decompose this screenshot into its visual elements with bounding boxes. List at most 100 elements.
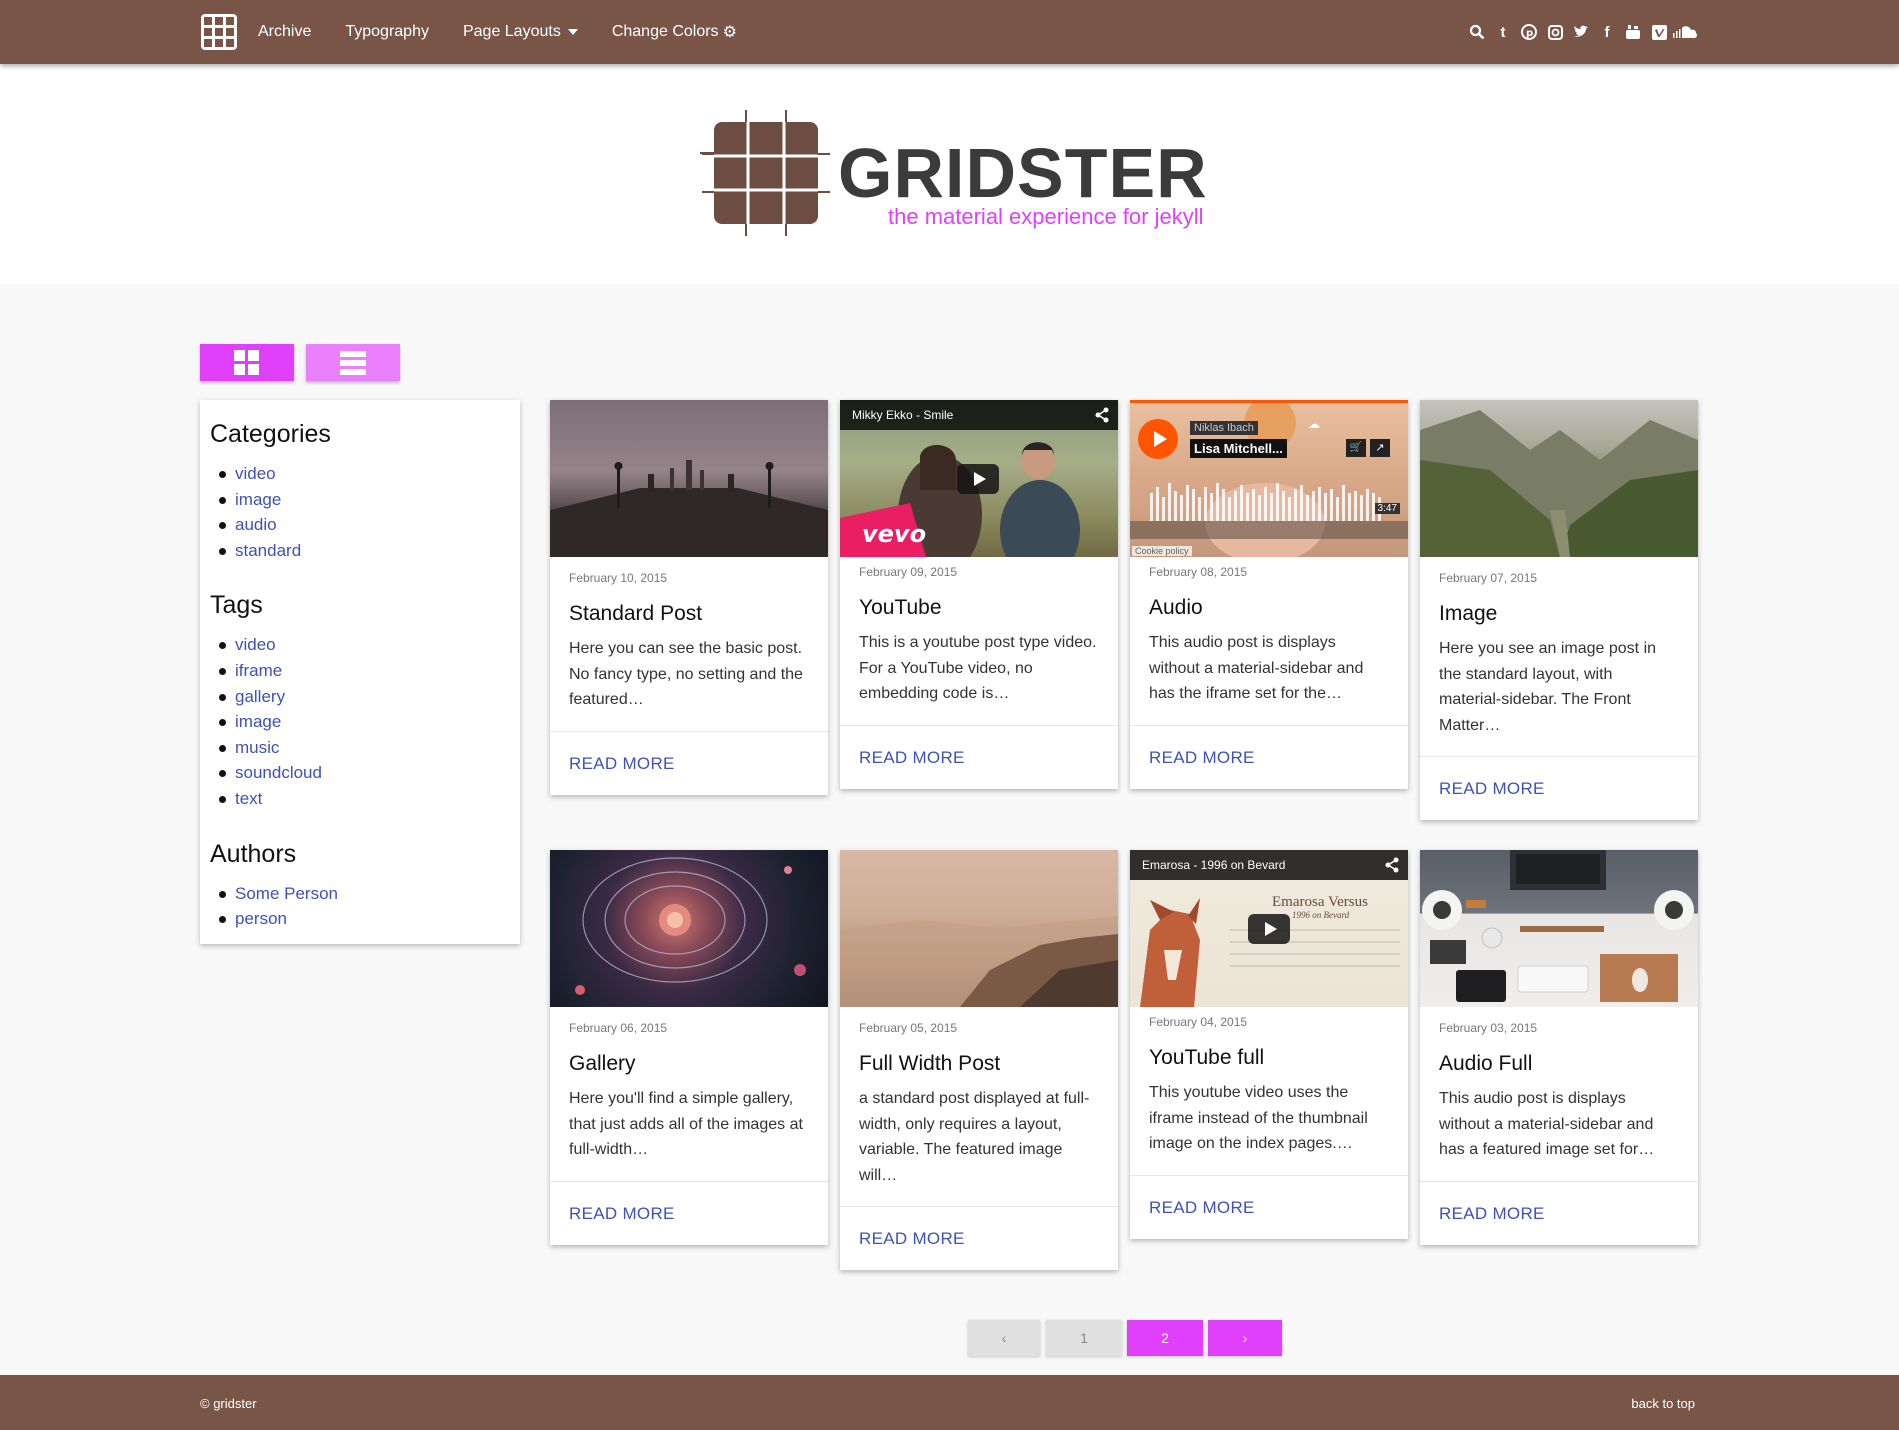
category-link-standard[interactable]: standard — [235, 541, 301, 560]
back-to-top-link[interactable]: back to top — [1631, 1396, 1695, 1411]
tag-link-soundcloud[interactable]: soundcloud — [235, 763, 322, 782]
post-title[interactable]: Gallery — [569, 1052, 809, 1076]
audio-play-button-icon[interactable] — [1138, 419, 1178, 459]
pagination-page-2-current[interactable]: 2 — [1127, 1320, 1203, 1356]
brand-tagline: the material experience for jekyll — [888, 204, 1204, 229]
post-excerpt: a standard post displayed at full-width,… — [859, 1090, 1090, 1184]
pagination-page-1[interactable]: 1 — [1046, 1320, 1122, 1356]
post-title[interactable]: Audio Full — [1439, 1052, 1679, 1076]
tag-link-video[interactable]: video — [235, 635, 276, 654]
post-title[interactable]: Audio — [1149, 596, 1389, 620]
tag-link-iframe[interactable]: iframe — [235, 661, 282, 680]
twitter-icon[interactable] — [1568, 22, 1594, 42]
pagination-prev-button[interactable]: ‹ — [968, 1320, 1040, 1356]
post-card-gallery: February 06, 2015 Gallery Here you'll fi… — [550, 850, 828, 1245]
grid-view-button[interactable] — [200, 344, 294, 381]
post-date: February 08, 2015 — [1149, 565, 1248, 579]
nav-link-typography[interactable]: Typography — [345, 23, 429, 41]
category-item: audio — [210, 512, 510, 538]
category-link-image[interactable]: image — [235, 490, 281, 509]
soundcloud-logo-icon: ☁ — [1308, 417, 1320, 431]
list-view-button[interactable] — [306, 344, 400, 381]
category-item: video — [210, 461, 510, 487]
pinterest-icon[interactable]: p — [1516, 22, 1542, 42]
post-card-image: February 07, 2015 Image Here you see an … — [1420, 400, 1698, 821]
post-card-standard: February 10, 2015 Standard Post Here you… — [550, 400, 828, 795]
youtube-video-embed[interactable]: vevo Mikky Ekko - Smile — [840, 400, 1118, 557]
post-date: February 06, 2015 — [569, 1021, 668, 1035]
read-more-button[interactable]: READ MORE — [1420, 757, 1698, 820]
post-title[interactable]: YouTube full — [1149, 1046, 1389, 1070]
post-title[interactable]: YouTube — [859, 596, 1099, 620]
audio-artist[interactable]: Niklas Ibach — [1190, 421, 1258, 435]
featured-image-fractal-flower[interactable] — [550, 850, 828, 1007]
categories-heading: Categories — [210, 420, 331, 448]
post-title[interactable]: Standard Post — [569, 602, 809, 626]
youtube-icon[interactable] — [1620, 22, 1646, 42]
read-more-button[interactable]: READ MORE — [550, 1182, 828, 1245]
post-date: February 09, 2015 — [859, 565, 958, 579]
share-icon[interactable]: ↗ — [1370, 439, 1390, 457]
tag-item: text — [210, 786, 510, 812]
author-link-person[interactable]: person — [235, 909, 287, 928]
video-title[interactable]: Mikky Ekko - Smile — [852, 408, 953, 422]
category-link-video[interactable]: video — [235, 464, 276, 483]
tag-link-text[interactable]: text — [235, 789, 262, 808]
facebook-icon[interactable]: f — [1594, 22, 1620, 42]
buy-icon[interactable]: 🛒 — [1346, 439, 1366, 457]
read-more-button[interactable]: READ MORE — [840, 1207, 1118, 1270]
share-icon[interactable] — [1384, 857, 1400, 873]
top-navbar: Archive Typography Page Layouts Change C… — [0, 0, 1899, 64]
youtube-video-embed[interactable]: Emarosa - 1996 on Bevard Emarosa Versus … — [1130, 850, 1408, 1007]
nav-link-page-layouts-label: Page Layouts — [462, 23, 561, 40]
post-excerpt: Here you see an image post in the standa… — [1439, 640, 1657, 734]
read-more-button[interactable]: READ MORE — [550, 732, 828, 795]
post-excerpt: This audio post is displays without a ma… — [1149, 634, 1364, 703]
video-overlay-title: Emarosa Versus — [1272, 894, 1368, 910]
post-date: February 04, 2015 — [1149, 1015, 1248, 1029]
post-title[interactable]: Image — [1439, 602, 1679, 626]
featured-image-bridge[interactable] — [550, 400, 828, 557]
tag-link-image[interactable]: image — [235, 712, 281, 731]
pagination-next-button[interactable]: › — [1208, 1320, 1282, 1356]
featured-image-misty-hills[interactable] — [840, 850, 1118, 1007]
read-more-button[interactable]: READ MORE — [1420, 1182, 1698, 1245]
instagram-icon[interactable] — [1542, 22, 1568, 42]
category-link-audio[interactable]: audio — [235, 515, 277, 534]
nav-link-page-layouts[interactable]: Page Layouts — [463, 23, 578, 41]
tag-item: iframe — [210, 658, 510, 684]
read-more-button[interactable]: READ MORE — [840, 726, 1118, 789]
play-button-icon[interactable] — [1248, 914, 1290, 944]
author-link-some-person[interactable]: Some Person — [235, 884, 338, 903]
tag-item: video — [210, 632, 510, 658]
soundcloud-icon[interactable] — [1672, 22, 1698, 42]
nav-link-change-colors[interactable]: Change Colors ⚙ — [612, 22, 737, 42]
tag-item: music — [210, 735, 510, 761]
gridster-logo-icon[interactable] — [201, 14, 237, 50]
soundcloud-player-embed[interactable]: Niklas Ibach Lisa Mitchell... ☁ 🛒 ↗ 3:47… — [1130, 403, 1408, 557]
list-view-icon — [340, 350, 366, 375]
tag-link-music[interactable]: music — [235, 738, 279, 757]
tag-link-gallery[interactable]: gallery — [235, 687, 285, 706]
featured-image-valley[interactable] — [1420, 400, 1698, 557]
read-more-button[interactable]: READ MORE — [1130, 1176, 1408, 1239]
gear-icon: ⚙ — [722, 24, 737, 41]
audio-track-title[interactable]: Lisa Mitchell... — [1190, 439, 1287, 458]
video-overlay-subtitle: 1996 on Bevard — [1292, 910, 1350, 920]
author-item: person — [210, 906, 510, 932]
read-more-button[interactable]: READ MORE — [1130, 726, 1408, 789]
tumblr-icon[interactable]: t — [1490, 22, 1516, 42]
category-item: standard — [210, 538, 510, 564]
tags-list: video iframe gallery image music soundcl… — [210, 632, 510, 811]
play-button-icon[interactable] — [957, 464, 999, 494]
post-title[interactable]: Full Width Post — [859, 1052, 1099, 1076]
cookie-policy-link[interactable]: Cookie policy — [1132, 546, 1192, 556]
categories-list: video image audio standard — [210, 461, 510, 563]
share-icon[interactable] — [1094, 407, 1110, 423]
vimeo-icon[interactable] — [1646, 22, 1672, 42]
search-icon[interactable] — [1464, 22, 1490, 42]
video-title[interactable]: Emarosa - 1996 on Bevard — [1142, 858, 1285, 872]
featured-image-desk-setup[interactable] — [1420, 850, 1698, 1007]
nav-link-archive[interactable]: Archive — [258, 23, 311, 41]
authors-list: Some Person person — [210, 881, 510, 932]
